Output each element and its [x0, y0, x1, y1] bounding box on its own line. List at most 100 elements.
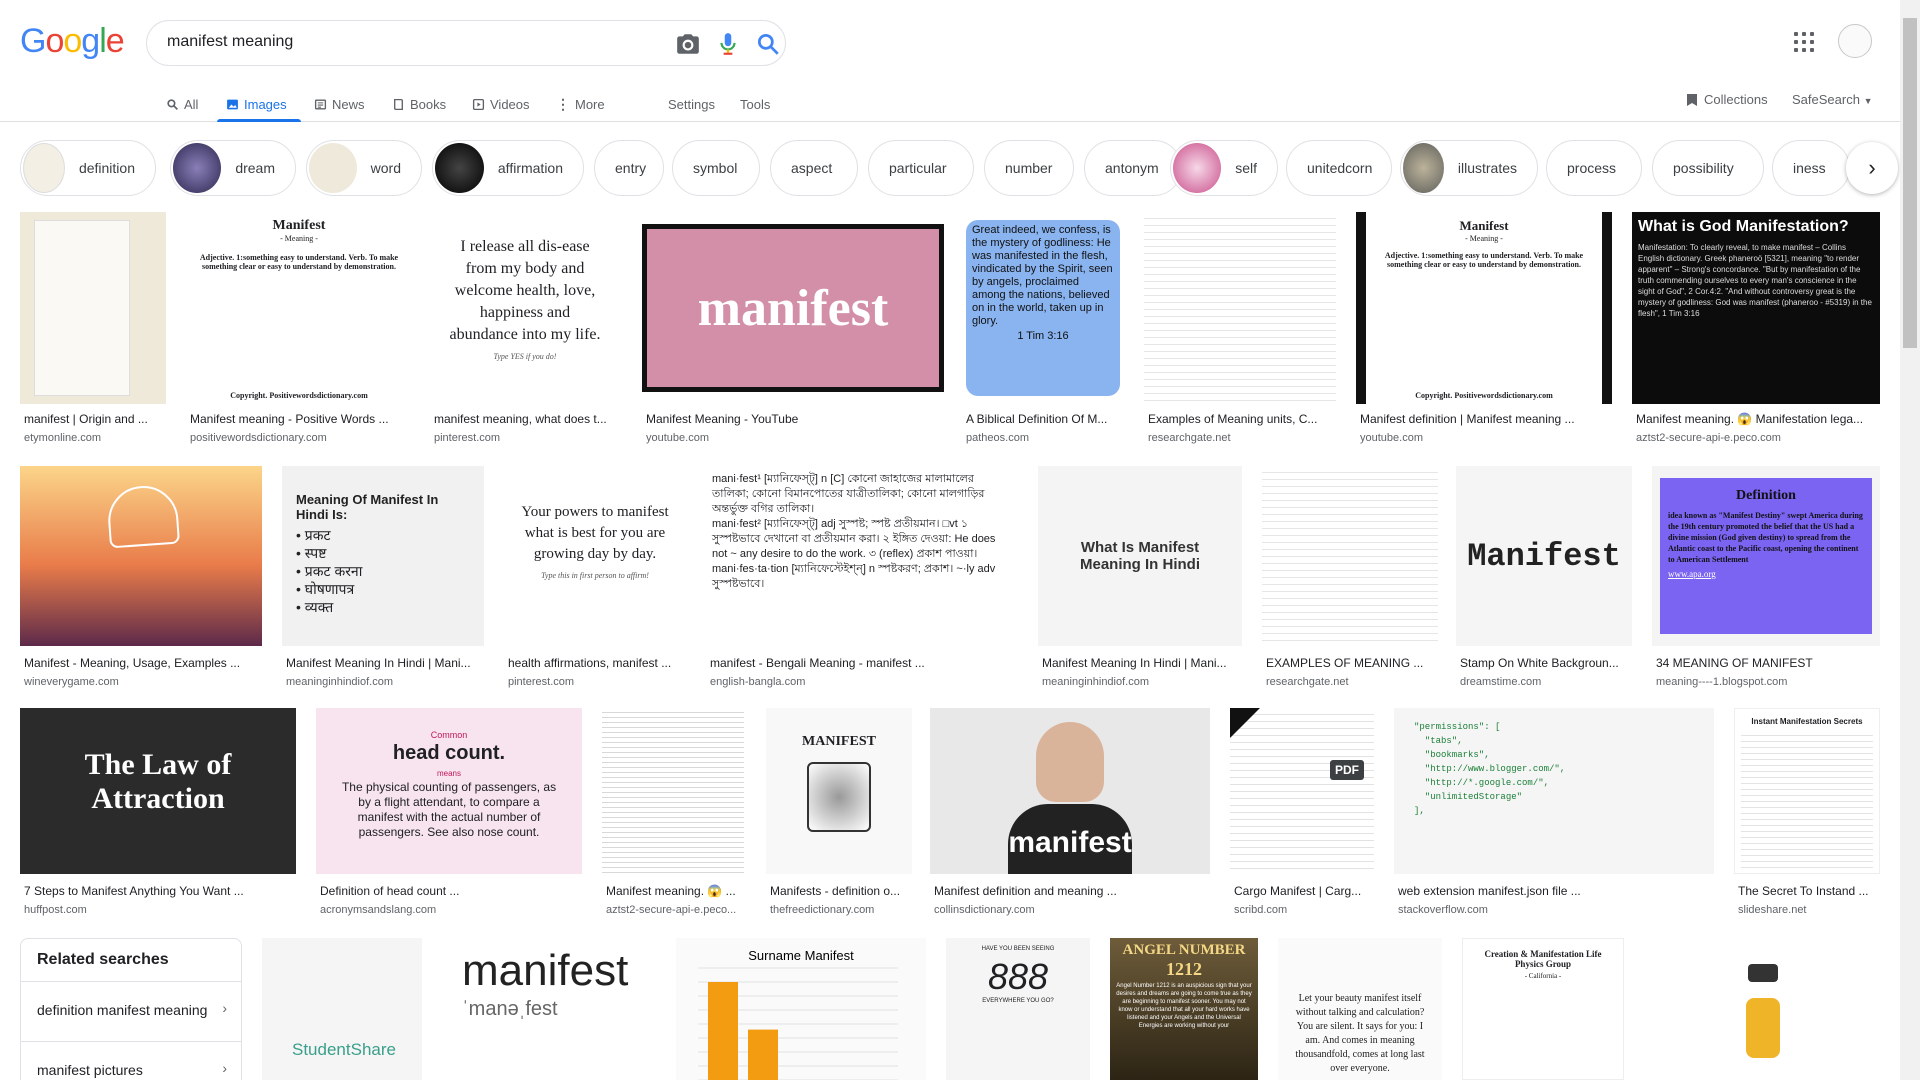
image-result[interactable] [1644, 938, 1880, 1080]
image-result[interactable]: Meaning Of Manifest In Hindi Is: • प्रकट… [282, 466, 484, 692]
image-text: StudentShare [292, 1040, 396, 1059]
image-result[interactable]: Manifest meaning. 😱 ... aztst2-secure-ap… [602, 708, 744, 920]
image-text: Adjective. 1:something easy to understan… [199, 253, 399, 271]
code-line: "bookmarks", [1414, 750, 1490, 760]
tab-news[interactable]: News [314, 92, 365, 116]
image-result[interactable]: "permissions": [ "tabs", "bookmarks", "h… [1394, 708, 1714, 920]
result-title: Manifest Meaning In Hindi | Mani... [286, 656, 471, 670]
image-result[interactable]: Definition idea known as "Manifest Desti… [1652, 466, 1880, 692]
image-result[interactable]: manifest | Origin and ... etymonline.com [20, 212, 166, 448]
chip-label: dream [235, 160, 275, 176]
scrollbar-thumb[interactable] [1903, 18, 1917, 348]
image-text: means [436, 769, 461, 778]
chip-iness[interactable]: iness [1772, 140, 1850, 196]
image-result[interactable]: What is God Manifestation? Manifestation… [1632, 212, 1880, 448]
image-text: Manifest [1467, 537, 1621, 575]
chip-particular[interactable]: particular [868, 140, 974, 196]
person-image [1036, 722, 1104, 802]
image-result[interactable]: Your powers to manifest what is best for… [504, 466, 686, 692]
chip-self[interactable]: self [1170, 140, 1278, 196]
image-result[interactable]: StudentShare [262, 938, 422, 1080]
tab-books[interactable]: Books [392, 92, 446, 116]
image-result[interactable]: Manifest - Meaning - Adjective. 1:someth… [1356, 212, 1612, 448]
chip-word[interactable]: word [306, 140, 422, 196]
tab-more[interactable]: ⋮ More [556, 92, 605, 116]
microphone-icon[interactable] [715, 31, 741, 57]
result-image: manifest [642, 212, 944, 404]
result-title: Manifests - definition o... [770, 884, 901, 898]
image-text: What is God Manifestation? [1638, 218, 1849, 235]
tab-settings[interactable]: Settings [668, 92, 715, 116]
result-title: Manifest meaning. 😱 ... [606, 884, 736, 898]
image-result[interactable]: ANGEL NUMBER 1212 Angel Number 1212 is a… [1110, 938, 1258, 1080]
image-text: MANIFEST [802, 734, 876, 749]
chip-unitedcorn[interactable]: unitedcorn [1286, 140, 1392, 196]
image-result[interactable]: PDF Cargo Manifest | Carg... scribd.com [1230, 708, 1374, 920]
image-result[interactable]: I release all dis-ease from my body and … [430, 212, 620, 448]
result-title: Manifest Meaning - YouTube [646, 412, 799, 426]
chip-aspect[interactable]: aspect [770, 140, 858, 196]
google-logo[interactable]: Google [20, 22, 125, 61]
safesearch-menu[interactable]: SafeSearch ▼ [1792, 92, 1872, 107]
search-input[interactable]: manifest meaning [167, 33, 293, 51]
image-result[interactable]: EXAMPLES OF MEANING ... researchgate.net [1262, 466, 1438, 692]
image-result[interactable]: HAVE YOU BEEN SEEING 888 EVERYWHERE YOU … [946, 938, 1090, 1080]
search-icon[interactable] [755, 31, 781, 57]
image-result[interactable]: Great indeed, we confess, is the mystery… [962, 212, 1124, 448]
chip-label: particular [889, 160, 947, 176]
image-result[interactable]: Let your beauty manifest itself without … [1278, 938, 1442, 1080]
image-text: HAVE YOU BEEN SEEING [981, 946, 1055, 952]
heart-shape [105, 483, 181, 549]
image-result[interactable]: Manifest Stamp On White Backgroun... dre… [1456, 466, 1632, 692]
tab-videos[interactable]: Videos [472, 92, 530, 116]
page-scrollbar[interactable] [1900, 0, 1920, 1080]
chip-definition[interactable]: definition [20, 140, 156, 196]
chips-next-button[interactable]: › [1846, 142, 1898, 194]
chip-affirmation[interactable]: affirmation [432, 140, 584, 196]
chip-dream[interactable]: dream [170, 140, 296, 196]
image-result[interactable]: manifest ˈmanəˌfest [442, 938, 656, 1080]
result-title: The Secret To Instand ... [1738, 884, 1869, 898]
pdf-badge: PDF [1330, 760, 1364, 780]
hindi-list-item: • प्रकट [296, 527, 331, 543]
image-text: Adjective. 1:something easy to understan… [1384, 251, 1584, 269]
image-result[interactable]: mani·fest¹ [ম্যানিফেস্ট্] n [C] কোনো জাহ… [706, 466, 1018, 692]
apps-grid-icon[interactable] [1794, 32, 1814, 52]
image-result[interactable]: Creation & Manifestation Life Physics Gr… [1462, 938, 1624, 1080]
chip-label: illustrates [1457, 160, 1517, 176]
collections-link[interactable]: Collections [1686, 92, 1768, 107]
account-avatar[interactable] [1838, 24, 1872, 58]
tab-images[interactable]: Images [226, 92, 287, 116]
chip-thumbnail [309, 143, 357, 193]
image-result[interactable]: Common head count. means The physical co… [316, 708, 582, 920]
image-result[interactable]: manifest Manifest Meaning - YouTube yout… [642, 212, 944, 448]
image-result[interactable]: The Law of Attraction 7 Steps to Manifes… [20, 708, 296, 920]
related-search-item[interactable]: manifest pictures › [21, 1041, 241, 1080]
chip-number[interactable]: number [984, 140, 1074, 196]
image-text: 1 Tim 3:16 [1017, 330, 1069, 342]
chart-result[interactable]: Surname Manifest [676, 938, 926, 1080]
image-result[interactable]: MANIFEST Manifests - definition o... the… [766, 708, 912, 920]
book-icon [394, 98, 403, 110]
image-result[interactable]: What Is Manifest Meaning In Hindi Manife… [1038, 466, 1242, 692]
tab-label: All [184, 96, 199, 112]
result-source: meaninginhindiof.com [1042, 676, 1150, 688]
tab-tools[interactable]: Tools [740, 92, 770, 116]
chip-entry[interactable]: entry [594, 140, 664, 196]
chip-symbol[interactable]: symbol [672, 140, 760, 196]
related-search-item[interactable]: definition manifest meaning › [21, 981, 241, 1041]
image-result[interactable]: Examples of Meaning units, C... research… [1144, 212, 1336, 448]
image-result[interactable]: Manifest - Meaning, Usage, Examples ... … [20, 466, 262, 692]
chip-antonym[interactable]: antonym [1084, 140, 1182, 196]
image-result[interactable]: Manifest - Meaning - Adjective. 1:someth… [186, 212, 412, 448]
camera-icon[interactable] [675, 31, 701, 57]
image-result[interactable]: manifest Manifest definition and meaning… [930, 708, 1210, 920]
chip-possibility[interactable]: possibility [1652, 140, 1764, 196]
tab-all[interactable]: All [166, 92, 198, 116]
chip-illustrates[interactable]: illustrates [1400, 140, 1538, 196]
image-result[interactable]: Instant Manifestation Secrets The Secret… [1734, 708, 1880, 920]
chip-process[interactable]: process [1546, 140, 1642, 196]
search-box[interactable]: manifest meaning [146, 20, 786, 66]
result-title: Manifest meaning - Positive Words ... [190, 412, 389, 426]
chip-thumbnail [173, 143, 222, 193]
